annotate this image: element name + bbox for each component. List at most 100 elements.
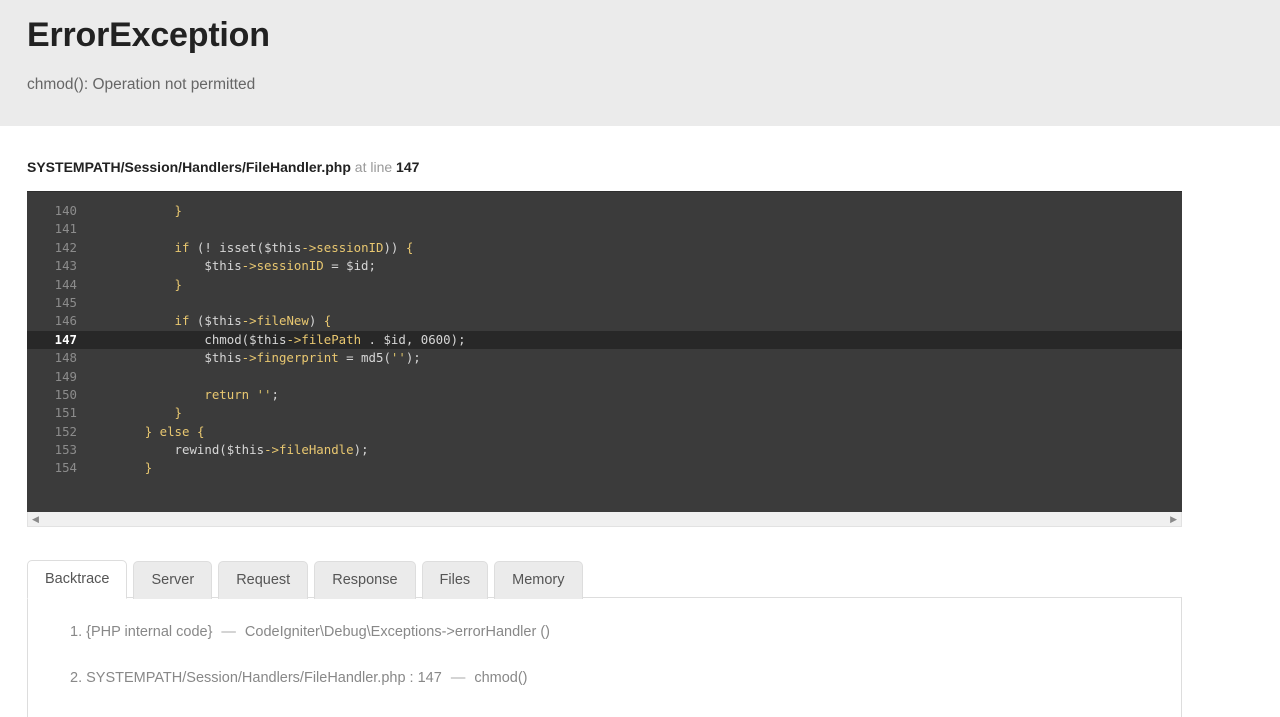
- code-token: else: [159, 423, 190, 439]
- code-token: ->sessionID: [301, 239, 384, 255]
- code-token: (: [383, 350, 391, 366]
- tab-server[interactable]: Server: [133, 561, 213, 599]
- scroll-right-arrow-icon[interactable]: ▶: [1166, 514, 1181, 524]
- code-line-number: 152: [54, 423, 77, 439]
- code-line-source: } else {: [85, 423, 205, 439]
- code-token: return: [204, 386, 250, 402]
- source-file-path: SYSTEMPATH/Session/Handlers/FileHandler.…: [27, 159, 351, 175]
- code-line-number: 150: [54, 386, 77, 402]
- code-line: 141: [27, 220, 1182, 238]
- code-line: 143 $this->sessionID = $id;: [27, 257, 1182, 275]
- code-token: isset: [219, 239, 257, 255]
- code-token: if: [174, 313, 190, 329]
- code-token: $this: [226, 442, 265, 458]
- code-token: );: [353, 442, 369, 458]
- code-token: ->fingerprint: [241, 350, 339, 366]
- code-token: ->sessionID: [241, 258, 324, 274]
- backtrace-location: {PHP internal code}: [86, 624, 213, 640]
- code-token: $this: [204, 350, 242, 366]
- debug-tabs: Backtrace Server Request Response Files Memor…: [27, 560, 1182, 717]
- code-line-number: 143: [54, 258, 77, 274]
- code-token: ): [308, 313, 324, 329]
- code-line: 148 $this->fingerprint = md5('');: [27, 349, 1182, 367]
- code-line-source: return '';: [85, 387, 279, 402]
- backtrace-index: 1.: [70, 624, 83, 640]
- code-line-source: if ($this->fileNew) {: [85, 313, 332, 329]
- tab-panel-backtrace: 1. {PHP internal code} — CodeIgniter\Debug…: [27, 597, 1182, 717]
- tab-request[interactable]: Request: [218, 561, 309, 599]
- code-token: ->fileNew: [241, 313, 309, 329]
- scroll-left-arrow-icon[interactable]: ◀: [28, 514, 43, 524]
- code-token: $id: [383, 331, 406, 347]
- code-line: 149: [27, 368, 1182, 386]
- backtrace-item: 2. SYSTEMPATH/Session/Handlers/FileHandl…: [70, 668, 1181, 688]
- code-token: ->fileHandle: [264, 442, 354, 458]
- code-token: }: [174, 405, 182, 421]
- code-horizontal-scrollbar[interactable]: ◀ ▶: [27, 512, 1182, 527]
- backtrace-separator: —: [221, 624, 236, 640]
- code-line-number: 147: [54, 331, 77, 347]
- code-token: {: [323, 313, 332, 329]
- backtrace-index: 2.: [70, 670, 83, 687]
- code-token: (: [219, 442, 227, 458]
- code-line: 142 if (! isset($this->sessionID)) {: [27, 239, 1182, 257]
- code-line-number: 151: [54, 405, 77, 421]
- code-token: .: [361, 331, 384, 347]
- code-token: =: [338, 350, 362, 366]
- tab-files[interactable]: Files: [421, 561, 489, 599]
- code-line-number: 142: [54, 239, 77, 255]
- source-file-line: SYSTEMPATH/Session/Handlers/FileHandler.…: [27, 126, 1280, 175]
- code-line: 154 }: [27, 459, 1182, 477]
- code-line-number: 148: [54, 350, 77, 366]
- source-code-block: 140 } 141 142 if (! isset($this->sessionID…: [27, 191, 1182, 512]
- code-token: );: [405, 350, 421, 366]
- code-line-source: if (! isset($this->sessionID)) {: [85, 239, 414, 255]
- code-token: }: [144, 460, 153, 476]
- tab-backtrace[interactable]: Backtrace: [27, 560, 128, 599]
- code-line-number: 149: [54, 368, 77, 384]
- code-line: 147 chmod($this->filePath . $id, 0600);: [27, 330, 1182, 350]
- page-title: ErrorException: [27, 16, 270, 54]
- code-token: {: [196, 423, 205, 439]
- code-line: 145: [27, 294, 1182, 312]
- code-line: 152 } else {: [27, 423, 1182, 441]
- code-line-source: }: [85, 460, 152, 475]
- code-token: $this: [249, 331, 287, 347]
- code-line-number: 154: [54, 460, 77, 476]
- code-token: }: [174, 276, 182, 292]
- code-token: ,: [405, 331, 421, 347]
- code-token: ;: [368, 258, 376, 274]
- code-line-number: 140: [54, 203, 77, 218]
- error-header: ErrorException chmod(): Operation not pe…: [0, 0, 1280, 126]
- code-token: ;: [271, 386, 279, 402]
- backtrace-call: CodeIgniter\Debug\Exceptions->errorHandl…: [244, 624, 550, 640]
- tab-memory[interactable]: Memory: [494, 561, 583, 599]
- code-token: $this: [264, 239, 302, 255]
- code-line-source: }: [85, 277, 182, 292]
- code-token: ->filePath: [286, 331, 362, 347]
- code-line-number: 146: [54, 313, 77, 329]
- code-token: =: [323, 258, 347, 274]
- code-line-number: 145: [54, 294, 77, 310]
- code-line: 153 rewind($this->fileHandle);: [27, 441, 1182, 459]
- backtrace-call: chmod(): [474, 670, 528, 687]
- backtrace-item: 1. {PHP internal code} — CodeIgniter\Debug…: [70, 622, 1181, 668]
- tab-strip: Backtrace Server Request Response Files Memor…: [27, 560, 1182, 599]
- main-content: SYSTEMPATH/Session/Handlers/FileHandler.…: [0, 126, 1280, 717]
- code-token: $this: [204, 258, 242, 274]
- code-line: 144 }: [27, 276, 1182, 294]
- code-line: 150 return '';: [27, 386, 1182, 404]
- code-line-source: }: [85, 405, 182, 420]
- tab-response[interactable]: Response: [314, 561, 416, 599]
- code-token: rewind: [174, 442, 220, 458]
- code-line: 140 }: [27, 202, 1182, 220]
